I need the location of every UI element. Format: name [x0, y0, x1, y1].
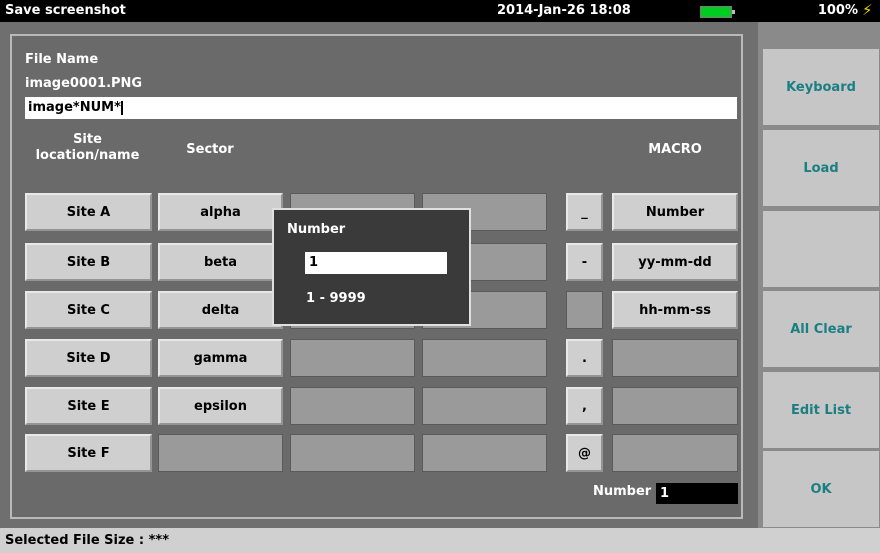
- extra-cell[interactable]: [422, 434, 547, 472]
- number-popup: Number 1 1 - 9999: [272, 208, 471, 326]
- load-button[interactable]: Load: [762, 129, 880, 207]
- file-name-input[interactable]: image*NUM*: [25, 97, 737, 119]
- extra-cell[interactable]: [422, 387, 547, 425]
- symbol-button[interactable]: [566, 291, 603, 329]
- symbol-button[interactable]: _: [566, 193, 603, 231]
- selected-file-size: Selected File Size : ***: [5, 533, 170, 548]
- macro-button[interactable]: Number: [612, 193, 738, 231]
- site-button[interactable]: Site E: [25, 387, 152, 425]
- all-clear-button[interactable]: All Clear: [762, 290, 880, 368]
- sector-button[interactable]: delta: [158, 291, 283, 329]
- edit-list-button[interactable]: Edit List: [762, 371, 880, 449]
- site-button[interactable]: Site F: [25, 434, 152, 472]
- battery-percent: 100%: [817, 3, 858, 18]
- sector-button[interactable]: [158, 434, 283, 472]
- macro-button[interactable]: [612, 339, 738, 377]
- site-button[interactable]: Site B: [25, 243, 152, 281]
- extra-cell[interactable]: [290, 434, 415, 472]
- sector-button[interactable]: gamma: [158, 339, 283, 377]
- macro-button[interactable]: yy-mm-dd: [612, 243, 738, 281]
- popup-title: Number: [287, 222, 346, 237]
- file-name-label: File Name: [25, 52, 99, 67]
- number-field[interactable]: 1: [656, 483, 738, 504]
- site-button[interactable]: Site C: [25, 291, 152, 329]
- file-name-value: image*NUM*: [28, 100, 121, 115]
- window-title: Save screenshot: [5, 3, 126, 18]
- popup-number-input[interactable]: 1: [305, 252, 447, 274]
- sector-button[interactable]: epsilon: [158, 387, 283, 425]
- blank-softkey[interactable]: [762, 210, 880, 288]
- extra-cell[interactable]: [290, 339, 415, 377]
- site-button[interactable]: Site D: [25, 339, 152, 377]
- text-cursor: [120, 100, 123, 115]
- sector-button[interactable]: alpha: [158, 193, 283, 231]
- symbol-button[interactable]: -: [566, 243, 603, 281]
- symbol-button[interactable]: .: [566, 339, 603, 377]
- extra-cell[interactable]: [422, 339, 547, 377]
- file-name-preview: image0001.PNG: [25, 76, 143, 91]
- sector-button[interactable]: beta: [158, 243, 283, 281]
- macro-button[interactable]: [612, 387, 738, 425]
- site-button[interactable]: Site A: [25, 193, 152, 231]
- macro-column-header: MACRO: [648, 142, 702, 157]
- title-bar: Save screenshot 2014-Jan-26 18:08 100% ⚡: [0, 0, 880, 22]
- status-bar: Selected File Size : ***: [0, 528, 880, 553]
- ok-button[interactable]: OK: [762, 450, 880, 528]
- symbol-button[interactable]: @: [566, 434, 603, 472]
- site-column-header: Site location/name: [35, 132, 140, 163]
- number-label: Number: [593, 484, 652, 499]
- sector-column-header: Sector: [186, 142, 234, 157]
- popup-range: 1 - 9999: [306, 291, 366, 306]
- power-plug-icon: ⚡: [862, 1, 873, 19]
- macro-button[interactable]: [612, 434, 738, 472]
- battery-icon: [700, 6, 735, 18]
- datetime: 2014-Jan-26 18:08: [497, 3, 631, 18]
- symbol-button[interactable]: ,: [566, 387, 603, 425]
- macro-button[interactable]: hh-mm-ss: [612, 291, 738, 329]
- extra-cell[interactable]: [290, 387, 415, 425]
- keyboard-button[interactable]: Keyboard: [762, 48, 880, 126]
- softkey-panel: Keyboard Load All Clear Edit List OK: [758, 22, 880, 528]
